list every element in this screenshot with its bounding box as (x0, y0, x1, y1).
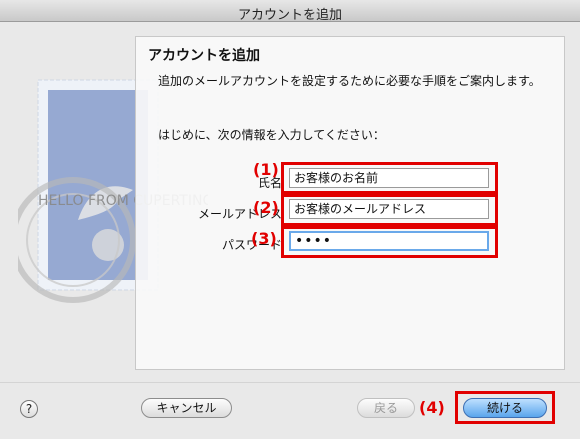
panel-prompt: はじめに、次の情報を入力してください： (158, 128, 385, 142)
callout-number-4: (4) (419, 398, 445, 417)
callout-number-1: (1) (253, 160, 279, 179)
panel-description: 追加のメールアカウントを設定するために必要な手順をご案内します。 (158, 74, 541, 88)
title-bar[interactable]: アカウントを追加 (0, 0, 580, 23)
callout-box-2 (281, 194, 498, 226)
continue-button[interactable]: 続ける (463, 398, 547, 418)
callout-number-2: (2) (253, 198, 279, 217)
back-button[interactable]: 戻る (357, 398, 415, 418)
help-button[interactable]: ? (20, 400, 38, 418)
panel-heading: アカウントを追加 (148, 48, 260, 64)
bottom-separator (0, 382, 580, 383)
add-account-window: アカウントを追加 HELLO FROM CUPERTINO CA アカウントを追… (0, 0, 580, 439)
callout-box-3 (281, 226, 498, 258)
window-title: アカウントを追加 (237, 8, 342, 23)
callout-box-1 (281, 162, 498, 194)
callout-number-3: (3) (251, 229, 277, 248)
cancel-button[interactable]: キャンセル (141, 398, 232, 418)
